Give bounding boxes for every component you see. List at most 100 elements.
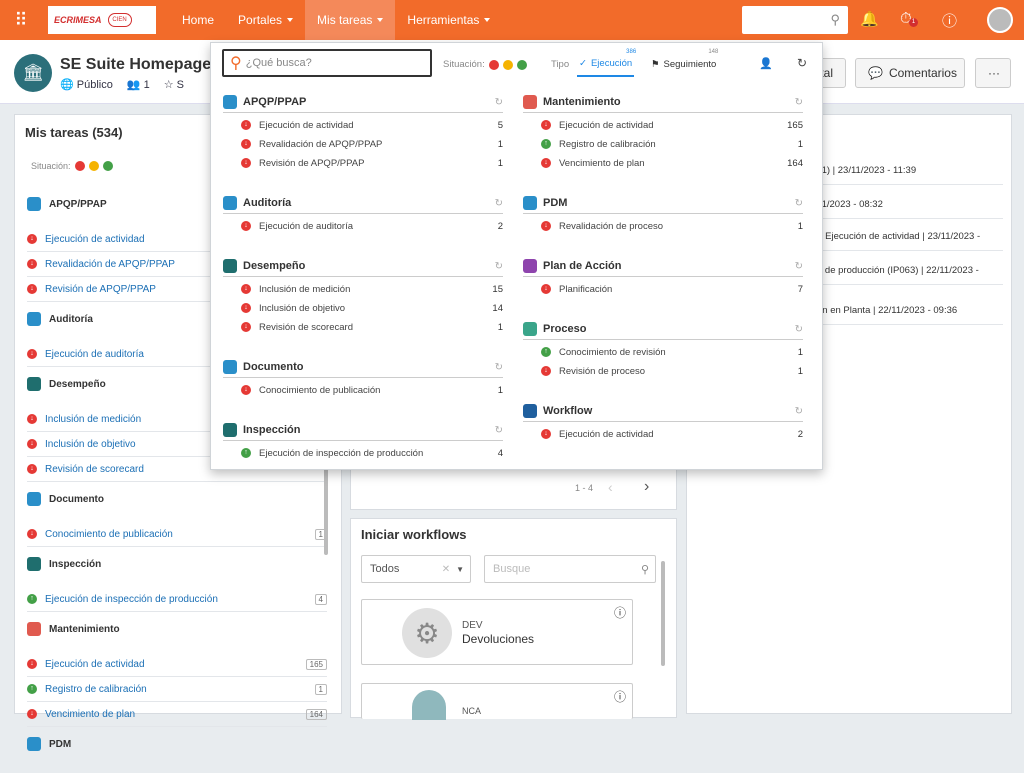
refresh-icon[interactable]: ↻ (495, 362, 503, 373)
global-search-input[interactable]: ⚲ (742, 6, 848, 34)
dropdown-group-header[interactable]: Proceso ↻ (523, 322, 803, 340)
dropdown-task-item[interactable]: ↓ Planificación 7 (523, 282, 803, 296)
dropdown-group-header[interactable]: Desempeño ↻ (223, 259, 503, 277)
dropdown-group-header[interactable]: APQP/PPAP ↻ (223, 95, 503, 113)
situation-late-icon[interactable] (488, 59, 499, 70)
task-item[interactable]: ↑ Ejecución de inspección de producción 4 (27, 587, 327, 612)
refresh-icon[interactable]: ↻ (495, 198, 503, 209)
info-icon[interactable]: ⓘ (614, 688, 626, 705)
dropdown-task-item[interactable]: ↓ Ejecución de auditoría 2 (223, 219, 503, 233)
tab-ejecucion[interactable]: ✓ Ejecución 386 (577, 49, 636, 77)
more-button[interactable]: ··· (975, 58, 1011, 88)
dropdown-group-header[interactable]: Workflow ↻ (523, 404, 803, 422)
task-group-header[interactable]: Inspección (27, 553, 327, 575)
situation-ontime-icon[interactable] (102, 161, 113, 171)
next-page-icon[interactable]: › (644, 478, 649, 496)
prev-page-icon[interactable]: ‹ (608, 479, 613, 495)
dropdown-task-item[interactable]: ↓ Revisión de proceso 1 (523, 364, 803, 378)
task-group-header[interactable]: Mantenimiento (27, 618, 327, 640)
activity-item[interactable]: ón en Planta | 22/11/2023 - 09:36 (817, 305, 1003, 325)
task-item[interactable]: ↓ Vencimiento de plan 164 (27, 702, 327, 727)
refresh-icon[interactable]: ↻ (795, 406, 803, 417)
situation-late-icon[interactable] (74, 161, 85, 171)
bell-icon[interactable]: 🔔 (860, 10, 879, 28)
user-avatar[interactable] (987, 7, 1013, 33)
status-late-icon: ↓ (27, 529, 37, 539)
favorite-label[interactable]: ☆ S (164, 78, 184, 91)
task-group-header[interactable]: PDM (27, 733, 327, 755)
dropdown-group-header[interactable]: Auditoría ↻ (223, 196, 503, 214)
status-late-icon: ↓ (541, 120, 551, 130)
company-logo[interactable]: ECRIMESA CIEN (48, 6, 156, 34)
task-group-header[interactable]: Documento (27, 488, 327, 510)
task-item[interactable]: ↑ Registro de calibración 1 (27, 677, 327, 702)
check-icon: ✓ (579, 57, 587, 69)
workflow-card-dev[interactable]: ⚙ DEV Devoluciones ⓘ (361, 599, 633, 665)
situation-pending-icon[interactable] (88, 161, 99, 171)
dropdown-task-item[interactable]: ↓ Revalidación de proceso 1 (523, 219, 803, 233)
mantenimiento-module-icon (27, 622, 41, 636)
visibility-label: 🌐 Público (60, 79, 113, 91)
dropdown-task-item[interactable]: ↓ Vencimiento de plan 164 (523, 156, 803, 170)
dropdown-task-item[interactable]: ↓ Revisión de scorecard 1 (223, 320, 503, 334)
status-late-icon: ↓ (241, 139, 251, 149)
desempeo-module-icon (223, 259, 237, 273)
dropdown-group-header[interactable]: Inspección ↻ (223, 423, 503, 441)
members-count[interactable]: 👥 1 (127, 78, 150, 91)
dropdown-task-item[interactable]: ↓ Ejecución de actividad 165 (523, 118, 803, 132)
dropdown-task-item[interactable]: ↓ Conocimiento de publicación 1 (223, 383, 503, 397)
activity-item[interactable]: 11/2023 - 08:32 (817, 199, 1003, 219)
workflow-search-input[interactable]: Busque ⚲ (484, 555, 656, 583)
dropdown-task-item[interactable]: ↓ Ejecución de actividad 2 (523, 427, 803, 441)
dropdown-task-label: Revisión de scorecard (259, 321, 353, 333)
tab-seguimiento[interactable]: ⚑ Seguimiento 148 (651, 49, 718, 77)
workflow-filter-select[interactable]: Todos ✕ ▼ (361, 555, 471, 583)
activity-item[interactable]: 11) | 23/11/2023 - 11:39 (817, 165, 1003, 185)
dropdown-task-label: Revalidación de proceso (559, 220, 664, 232)
dropdown-task-item[interactable]: ↓ Inclusión de objetivo 14 (223, 301, 503, 315)
info-icon[interactable]: ⓘ (614, 604, 626, 621)
nav-home[interactable]: Home (170, 0, 226, 40)
task-item[interactable]: ↓ Conocimiento de publicación 1 (27, 522, 327, 547)
refresh-icon[interactable]: ↻ (795, 97, 803, 108)
dropdown-group-header[interactable]: Documento ↻ (223, 360, 503, 378)
task-item-label: Inclusión de objetivo (45, 438, 136, 450)
refresh-icon[interactable]: ↻ (495, 425, 503, 436)
refresh-icon[interactable]: ↻ (795, 198, 803, 209)
assign-user-icon[interactable]: 👤 (759, 57, 773, 70)
nav-portales[interactable]: Portales (226, 0, 305, 40)
refresh-icon[interactable]: ↻ (795, 261, 803, 272)
help-icon[interactable]: ⓘ (942, 10, 957, 31)
proceso-module-icon (523, 322, 537, 336)
situation-ontime-icon[interactable] (516, 59, 527, 70)
nav-herramientas[interactable]: Herramientas (395, 0, 502, 40)
dropdown-task-item[interactable]: ↓ Inclusión de medición 15 (223, 282, 503, 296)
clear-icon[interactable]: ✕ (442, 564, 450, 575)
status-late-icon: ↓ (27, 709, 37, 719)
workflow-card-nca[interactable]: NCA ⓘ (361, 683, 633, 720)
refresh-icon[interactable]: ↻ (795, 324, 803, 335)
dropdown-task-item[interactable]: ↓ Ejecución de actividad 5 (223, 118, 503, 132)
dropdown-task-item[interactable]: ↑ Ejecución de inspección de producción 4 (223, 446, 503, 460)
dropdown-task-item[interactable]: ↑ Registro de calibración 1 (523, 137, 803, 151)
refresh-icon[interactable]: ↻ (797, 56, 807, 70)
nav-mis-tareas[interactable]: Mis tareas (305, 0, 396, 40)
task-search-input[interactable]: ⚲ ¿Qué busca? (222, 49, 432, 77)
apps-grid-icon[interactable]: ⠿ (0, 0, 42, 40)
dropdown-group-header[interactable]: Plan de Acción ↻ (523, 259, 803, 277)
comments-button[interactable]: 💬 Comentarios (855, 58, 965, 88)
dropdown-task-item[interactable]: ↑ Conocimiento de revisión 1 (523, 345, 803, 359)
activity-item[interactable]: > Ejecución de actividad | 23/11/2023 - (817, 231, 1003, 251)
activity-item[interactable]: n de producción (IP063) | 22/11/2023 - (817, 265, 1003, 285)
situation-pending-icon[interactable] (502, 59, 513, 70)
task-item[interactable]: ↓ Ejecución de actividad 165 (27, 652, 327, 677)
refresh-icon[interactable]: ↻ (495, 261, 503, 272)
dropdown-group-header[interactable]: PDM ↻ (523, 196, 803, 214)
dropdown-group-header[interactable]: Mantenimiento ↻ (523, 95, 803, 113)
refresh-icon[interactable]: ↻ (495, 97, 503, 108)
dropdown-task-item[interactable]: ↓ Revalidación de APQP/PPAP 1 (223, 137, 503, 151)
dropdown-group-label: APQP/PPAP (243, 96, 307, 108)
scrollbar[interactable] (661, 561, 665, 666)
gauge-icon[interactable]: ⏱ 1 (900, 10, 918, 27)
dropdown-task-item[interactable]: ↓ Revisión de APQP/PPAP 1 (223, 156, 503, 170)
